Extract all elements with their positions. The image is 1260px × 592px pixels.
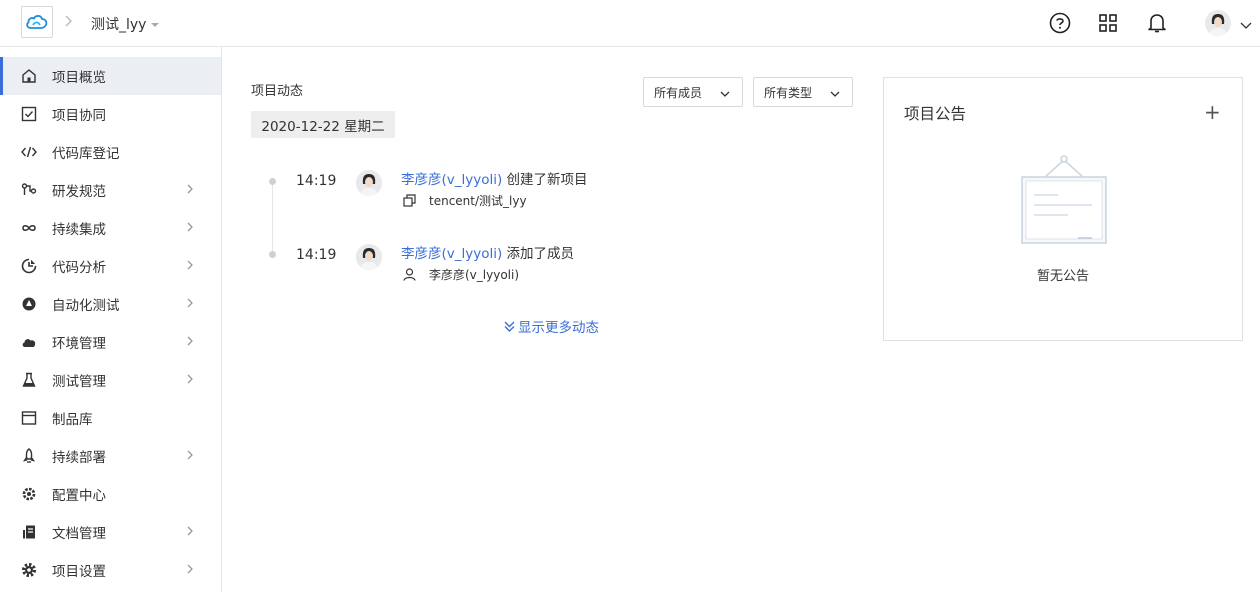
- sidebar-item-label: 自动化测试: [52, 298, 120, 314]
- archive-icon: [21, 410, 37, 426]
- cloud-icon: [21, 334, 37, 350]
- chevron-right-icon: [186, 221, 194, 236]
- date-chip: 2020-12-22 星期二: [251, 111, 395, 138]
- sidebar-item-artifacts[interactable]: 制品库: [0, 399, 221, 437]
- entry-time: 14:19: [296, 247, 337, 263]
- analysis-icon: [21, 258, 37, 274]
- sidebar-item-label: 代码分析: [52, 260, 106, 276]
- logo[interactable]: [21, 6, 53, 38]
- document-icon: [21, 524, 37, 540]
- sidebar-item-label: 持续部署: [52, 450, 106, 466]
- sidebar-item-auto-test[interactable]: 自动化测试: [0, 285, 221, 323]
- empty-board-icon: [1020, 154, 1108, 250]
- config-icon: [21, 486, 37, 502]
- chevron-right-icon: [186, 335, 194, 350]
- chevron-right-icon: [186, 449, 194, 464]
- sidebar-item-label: 持续集成: [52, 222, 106, 238]
- sidebar-item-label: 制品库: [52, 412, 93, 428]
- announcement-panel: 项目公告 + 暂无公告: [883, 77, 1243, 341]
- automation-icon: [21, 296, 37, 312]
- sidebar-item-dev-standards[interactable]: 研发规范: [0, 171, 221, 209]
- avatar[interactable]: [356, 170, 382, 196]
- sidebar-item-config-center[interactable]: 配置中心: [0, 475, 221, 513]
- timeline-dot: [269, 178, 276, 185]
- branch-icon: [21, 182, 37, 198]
- sidebar-item-code-analysis[interactable]: 代码分析: [0, 247, 221, 285]
- chevron-right-icon: [186, 525, 194, 540]
- entry-time: 14:19: [296, 173, 337, 189]
- caret-down-icon[interactable]: [150, 17, 160, 33]
- show-more-label: 显示更多动态: [518, 320, 599, 336]
- sidebar-item-label: 环境管理: [52, 336, 106, 352]
- type-filter-select[interactable]: 所有类型: [753, 77, 853, 107]
- entry-action: 添加了成员: [502, 246, 575, 262]
- code-icon: [21, 144, 37, 160]
- entry-action: 创建了新项目: [502, 172, 588, 188]
- chevron-right-icon: [186, 297, 194, 312]
- announcement-title: 项目公告: [904, 105, 967, 123]
- entry-detail-text[interactable]: tencent/测试_lyy: [429, 192, 527, 209]
- entry-detail: 李彦彦(v_lyyoli): [402, 266, 519, 283]
- copy-icon: [402, 194, 416, 208]
- chevron-right-icon: [186, 563, 194, 578]
- infinity-icon: [21, 220, 37, 236]
- timeline-dot: [269, 251, 276, 258]
- sidebar-item-docs[interactable]: 文档管理: [0, 513, 221, 551]
- sidebar-item-settings[interactable]: 项目设置: [0, 551, 221, 589]
- help-icon[interactable]: [1048, 11, 1072, 35]
- entry-text: 李彦彦(v_lyyoli) 添加了成员: [401, 242, 574, 262]
- member-filter-value: 所有成员: [654, 85, 703, 100]
- sidebar-item-label: 文档管理: [52, 526, 106, 542]
- entry-detail-text: 李彦彦(v_lyyoli): [429, 268, 520, 282]
- sidebar-item-label: 项目概览: [52, 70, 106, 86]
- cloud-logo-icon: [26, 15, 48, 29]
- double-chevron-down-icon: [503, 320, 516, 333]
- entry-user-link[interactable]: 李彦彦(v_lyyoli): [401, 246, 502, 262]
- user-icon: [402, 268, 416, 282]
- chevron-down-icon: [830, 87, 840, 101]
- sidebar-item-label: 配置中心: [52, 488, 106, 504]
- sidebar-item-label: 项目协同: [52, 108, 106, 124]
- settings-icon: [21, 562, 37, 578]
- entry-text: 李彦彦(v_lyyoli) 创建了新项目: [401, 168, 588, 188]
- sidebar-item-ci[interactable]: 持续集成: [0, 209, 221, 247]
- bell-icon[interactable]: [1145, 11, 1169, 35]
- rocket-icon: [21, 448, 37, 464]
- timeline-line: [272, 178, 273, 258]
- member-filter-select[interactable]: 所有成员: [643, 77, 743, 107]
- sidebar-item-label: 测试管理: [52, 374, 106, 390]
- type-filter-value: 所有类型: [764, 85, 813, 100]
- flask-icon: [21, 372, 37, 388]
- sidebar-item-label: 代码库登记: [52, 146, 120, 162]
- project-switcher[interactable]: 测试_lyy: [91, 14, 146, 34]
- breadcrumb-separator-icon: [64, 13, 74, 33]
- sidebar-item-collaboration[interactable]: 项目协同: [0, 95, 221, 133]
- feed-title: 项目动态: [251, 84, 304, 99]
- home-icon: [21, 68, 37, 84]
- add-announcement-button[interactable]: +: [1204, 102, 1221, 122]
- top-bar: 测试_lyy: [0, 0, 1260, 47]
- avatar[interactable]: [356, 244, 382, 270]
- sidebar-item-environment[interactable]: 环境管理: [0, 323, 221, 361]
- avatar-chevron-down-icon[interactable]: [1240, 18, 1252, 34]
- user-avatar[interactable]: [1205, 10, 1231, 36]
- sidebar-item-label: 项目设置: [52, 564, 106, 580]
- entry-detail: tencent/测试_lyy: [402, 192, 527, 209]
- sidebar-item-code-repo[interactable]: 代码库登记: [0, 133, 221, 171]
- sidebar-item-overview[interactable]: 项目概览: [0, 57, 221, 95]
- chevron-right-icon: [186, 373, 194, 388]
- sidebar-item-label: 研发规范: [52, 184, 106, 200]
- empty-announcement-text: 暂无公告: [1036, 269, 1089, 284]
- sidebar-item-cd[interactable]: 持续部署: [0, 437, 221, 475]
- checkbox-icon: [21, 106, 37, 122]
- sidebar: 项目概览 项目协同 代码库登记 研发规范 持续集成 代码分析 自动化测试 环境管…: [0, 47, 222, 592]
- chevron-right-icon: [186, 183, 194, 198]
- apps-grid-icon[interactable]: [1096, 11, 1120, 35]
- chevron-down-icon: [720, 87, 730, 101]
- entry-user-link[interactable]: 李彦彦(v_lyyoli): [401, 172, 502, 188]
- show-more-link[interactable]: 显示更多动态: [503, 316, 599, 336]
- sidebar-item-test-management[interactable]: 测试管理: [0, 361, 221, 399]
- chevron-right-icon: [186, 259, 194, 274]
